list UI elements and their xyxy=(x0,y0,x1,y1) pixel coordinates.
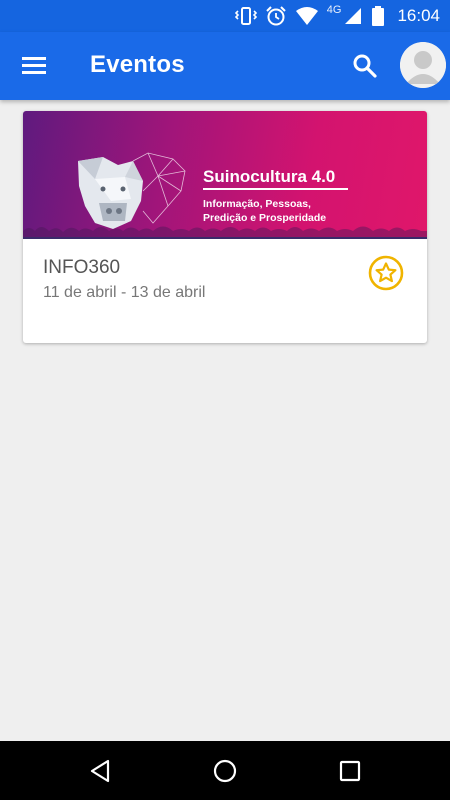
event-card[interactable]: Suinocultura 4.0 Informação, Pessoas, Pr… xyxy=(23,111,427,343)
favorite-button[interactable] xyxy=(368,255,404,291)
network-type-label: 4G xyxy=(326,4,342,16)
banner-subtitle-line2: Predição e Prosperidade xyxy=(203,212,327,224)
menu-icon xyxy=(22,57,46,74)
page-title: Eventos xyxy=(90,51,185,78)
battery-icon xyxy=(372,6,385,26)
home-button[interactable] xyxy=(212,758,238,784)
star-outline-icon xyxy=(368,255,404,291)
user-silhouette-icon xyxy=(400,42,446,88)
alarm-icon xyxy=(266,6,286,26)
vibrate-icon xyxy=(234,7,257,25)
menu-button[interactable] xyxy=(20,52,50,80)
cell-signal-icon xyxy=(345,8,362,24)
avatar[interactable] xyxy=(400,42,446,88)
event-title: INFO360 xyxy=(43,257,121,278)
status-icons: 4G 16:04 xyxy=(234,0,440,32)
pig-logo xyxy=(78,152,186,229)
navigation-bar xyxy=(0,741,450,800)
banner-divider xyxy=(23,237,427,239)
status-bar: 4G 16:04 xyxy=(0,0,450,32)
banner-title: Suinocultura 4.0 xyxy=(203,167,336,186)
recents-button[interactable] xyxy=(337,758,363,784)
banner-underline xyxy=(203,188,348,190)
home-icon xyxy=(213,759,237,783)
search-button[interactable] xyxy=(350,51,380,81)
search-icon xyxy=(353,54,377,78)
recents-icon xyxy=(339,760,361,782)
event-dates: 11 de abril - 13 de abril xyxy=(43,284,206,301)
banner-subtitle-line1: Informação, Pessoas, xyxy=(203,198,311,210)
app-bar: Eventos xyxy=(0,32,450,100)
event-banner: Suinocultura 4.0 Informação, Pessoas, Pr… xyxy=(23,111,427,238)
back-icon xyxy=(90,759,110,783)
status-time: 16:04 xyxy=(397,6,440,25)
back-button[interactable] xyxy=(88,758,114,784)
wifi-icon xyxy=(295,7,318,25)
